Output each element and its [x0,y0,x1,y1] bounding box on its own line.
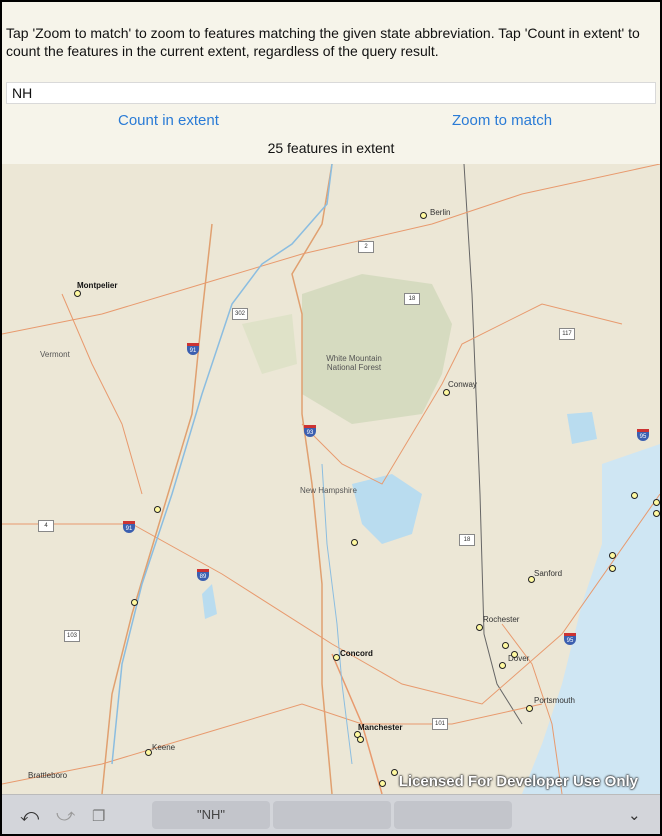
feature-point[interactable] [631,492,638,499]
city-conway: Conway [448,380,477,389]
route-shield: 302 [232,308,248,320]
interstate-shield: 95 [637,429,649,441]
undo-icon[interactable]: ⤺ [20,805,39,826]
state-abbreviation-input[interactable]: NH [6,82,656,104]
city-portsmouth: Portsmouth [534,696,575,705]
feature-point[interactable] [154,506,161,513]
feature-point[interactable] [351,539,358,546]
feature-point[interactable] [145,749,152,756]
city-concord: Concord [340,649,373,658]
route-shield: 18 [459,534,475,546]
paste-icon[interactable]: ❐ [92,807,105,825]
feature-point[interactable] [420,212,427,219]
city-brattleboro: Brattleboro [28,771,68,780]
license-watermark: Licensed For Developer Use Only [398,773,638,790]
forest-label: White Mountain National Forest [326,354,382,372]
route-shield: 2 [358,241,374,253]
feature-point[interactable] [528,576,535,583]
feature-point[interactable] [379,780,386,787]
suggestion-button-empty[interactable] [273,801,391,829]
new-hampshire-label: New Hampshire [300,486,357,495]
zoom-to-match-button[interactable]: Zoom to match [452,112,552,129]
city-keene: Keene [152,743,176,752]
feature-point[interactable] [502,642,509,649]
feature-point[interactable] [609,552,616,559]
suggestion-button-empty[interactable] [394,801,512,829]
feature-point[interactable] [526,705,533,712]
city-sanford: Sanford [534,569,563,578]
interstate-shield: 91 [123,521,135,533]
feature-point[interactable] [357,736,364,743]
feature-point[interactable] [131,599,138,606]
feature-point[interactable] [511,651,518,658]
city-rochester: Rochester [483,615,520,624]
vermont-label: Vermont [40,350,70,359]
feature-point[interactable] [443,389,450,396]
count-in-extent-button[interactable]: Count in extent [118,112,219,129]
feature-point[interactable] [333,654,340,661]
interstate-shield: 93 [304,425,316,437]
interstate-shield: 89 [197,569,209,581]
route-shield: 103 [64,630,80,642]
redo-icon[interactable]: ⤻ [56,805,75,826]
feature-point[interactable] [74,290,81,297]
keyboard-shortcut-bar: ⤺ ⤻ ❐ "NH" ⌄ [2,794,660,834]
city-montpelier: Montpelier [77,281,118,290]
city-manchester: Manchester [358,723,403,732]
feature-point[interactable] [391,769,398,776]
feature-point[interactable] [653,510,660,517]
feature-point[interactable] [653,499,660,506]
route-shield: 117 [559,328,575,340]
feature-count-status: 25 features in extent [267,140,395,156]
interstate-shield: 95 [564,633,576,645]
chevron-down-icon[interactable]: ⌄ [628,806,641,824]
route-shield: 4 [38,520,54,532]
city-berlin: Berlin [430,208,451,217]
feature-point[interactable] [609,565,616,572]
suggestion-button[interactable]: "NH" [152,801,270,829]
map-view[interactable]: White Mountain National Forest Vermont N… [2,164,660,794]
interstate-shield: 91 [187,343,199,355]
feature-point[interactable] [499,662,506,669]
feature-point[interactable] [476,624,483,631]
app-frame: Tap 'Zoom to match' to zoom to features … [2,2,660,834]
route-shield: 18 [404,293,420,305]
instructions-text: Tap 'Zoom to match' to zoom to features … [6,25,640,59]
route-shield: 101 [432,718,448,730]
